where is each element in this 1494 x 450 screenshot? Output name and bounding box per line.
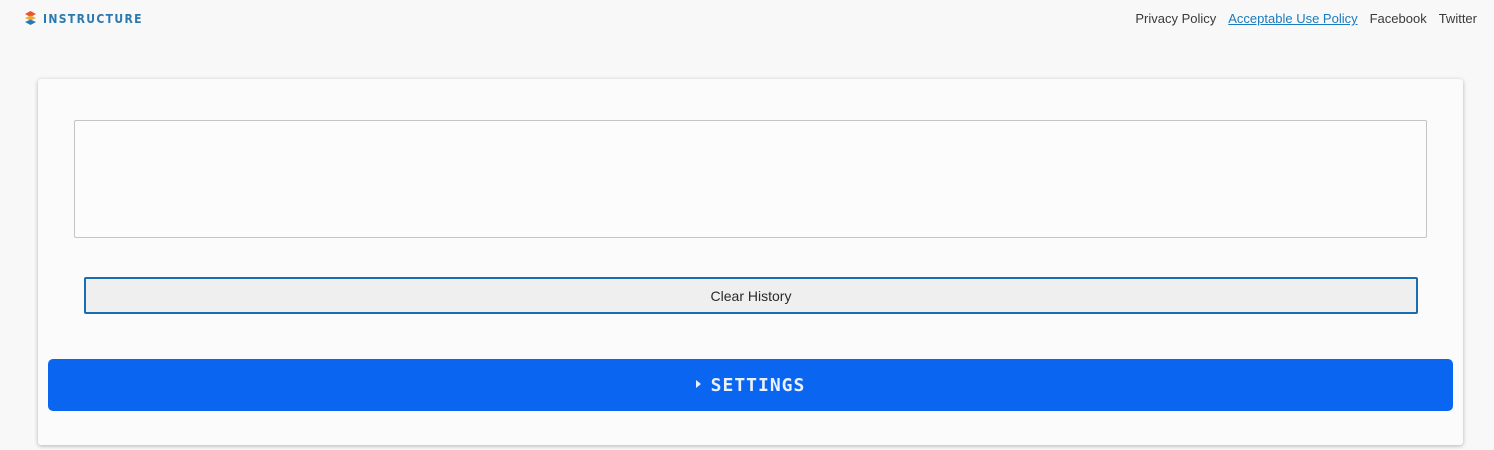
twitter-link[interactable]: Twitter (1439, 11, 1477, 27)
top-bar: INSTRUCTURE Privacy Policy Acceptable Us… (0, 0, 1494, 40)
footer-nav: Privacy Policy Acceptable Use Policy Fac… (1135, 11, 1477, 27)
settings-label: SETTINGS (710, 374, 806, 396)
history-output-box[interactable] (74, 120, 1427, 238)
main-card: Clear History SETTINGS (38, 79, 1463, 445)
acceptable-use-policy-link[interactable]: Acceptable Use Policy (1228, 11, 1357, 27)
caret-right-icon (695, 380, 701, 388)
clear-history-button[interactable]: Clear History (84, 277, 1418, 314)
clear-history-label: Clear History (710, 287, 792, 304)
instructure-logo[interactable]: INSTRUCTURE (24, 11, 154, 27)
settings-toggle-button[interactable]: SETTINGS (48, 359, 1453, 411)
brand-name: INSTRUCTURE (43, 12, 143, 26)
instructure-logo-icon (25, 11, 36, 25)
facebook-link[interactable]: Facebook (1370, 11, 1427, 27)
privacy-policy-link[interactable]: Privacy Policy (1135, 11, 1216, 27)
